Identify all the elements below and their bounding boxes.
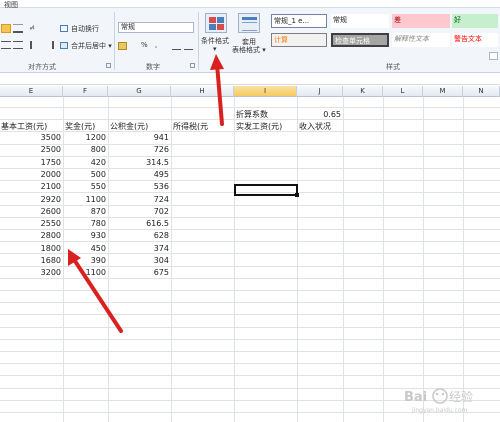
svg-text:jingyan.baidu.com: jingyan.baidu.com	[411, 407, 468, 414]
annotation-arrows	[68, 54, 224, 333]
svg-text:经验: 经验	[449, 389, 473, 404]
arrow-to-data-range	[68, 249, 123, 333]
arrow-to-conditional-format	[210, 54, 224, 126]
baidu-jingyan-logo: Bai 经验 jingyan.baidu.com	[404, 388, 473, 414]
svg-text:Bai: Bai	[404, 390, 427, 405]
